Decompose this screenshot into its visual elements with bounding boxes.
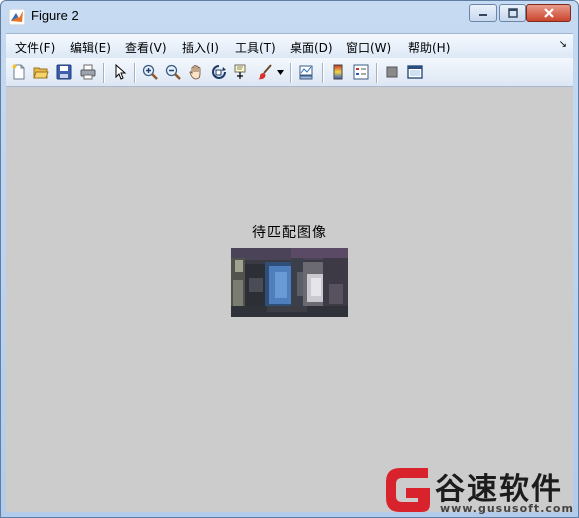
figure-canvas[interactable]: 待匹配图像 [6,87,573,512]
pan-hand-icon[interactable] [188,64,204,80]
menu-desktop[interactable]: 桌面(D) [290,39,333,56]
close-icon [543,8,554,18]
brush-icon[interactable] [257,64,273,80]
toolbar-separator [322,63,324,83]
menu-help[interactable]: 帮助(H) [408,39,450,56]
window-title: Figure 2 [31,8,79,23]
save-icon[interactable] [56,64,72,80]
hide-plot-tools-icon[interactable] [384,64,400,80]
colorbar-icon[interactable] [330,64,346,80]
print-icon[interactable] [80,64,96,80]
matlab-icon [9,9,25,25]
title-bar[interactable]: Figure 2 [1,1,578,33]
zoom-in-icon[interactable] [142,64,158,80]
rotate-3d-icon[interactable] [211,64,227,80]
watermark-url: www.gususoft.com [440,502,574,515]
toolbar-separator [103,63,105,83]
menu-tools[interactable]: 工具(T) [235,39,276,56]
close-button[interactable] [526,4,571,22]
watermark: 谷速软件 www.gususoft.com [378,462,579,518]
brand-logo-icon [386,468,430,512]
menu-view[interactable]: 查看(V) [125,39,167,56]
menu-insert[interactable]: 插入(I) [182,39,219,56]
data-cursor-icon[interactable] [234,64,250,80]
new-figure-icon[interactable] [11,64,27,80]
image-to-match [231,248,348,317]
toolbar-separator [376,63,378,83]
minimize-icon [479,14,487,16]
edit-plot-arrow-icon[interactable] [112,64,128,80]
figure-toolbar [6,58,573,87]
menu-bar: 文件(F) 编辑(E) 查看(V) 插入(I) 工具(T) 桌面(D) 窗口(W… [6,33,573,58]
zoom-out-icon[interactable] [165,64,181,80]
menu-overflow-icon[interactable]: ↘ [559,39,567,50]
link-plot-icon[interactable] [298,64,314,80]
legend-icon[interactable] [353,64,369,80]
menu-window[interactable]: 窗口(W) [346,39,391,56]
brush-dropdown-icon[interactable] [277,70,284,75]
menu-file[interactable]: 文件(F) [15,39,55,56]
open-file-icon[interactable] [33,64,49,80]
toolbar-separator [290,63,292,83]
show-plot-tools-icon[interactable] [407,64,423,80]
toolbar-separator [134,63,136,83]
maximize-button[interactable] [499,4,526,22]
menu-edit[interactable]: 编辑(E) [70,39,111,56]
minimize-button[interactable] [469,4,497,22]
image-title: 待匹配图像 [252,225,327,241]
maximize-icon [507,8,518,18]
figure-window: Figure 2 文件(F) 编辑(E) 查看(V) 插入(I) 工具(T) 桌… [0,0,579,518]
